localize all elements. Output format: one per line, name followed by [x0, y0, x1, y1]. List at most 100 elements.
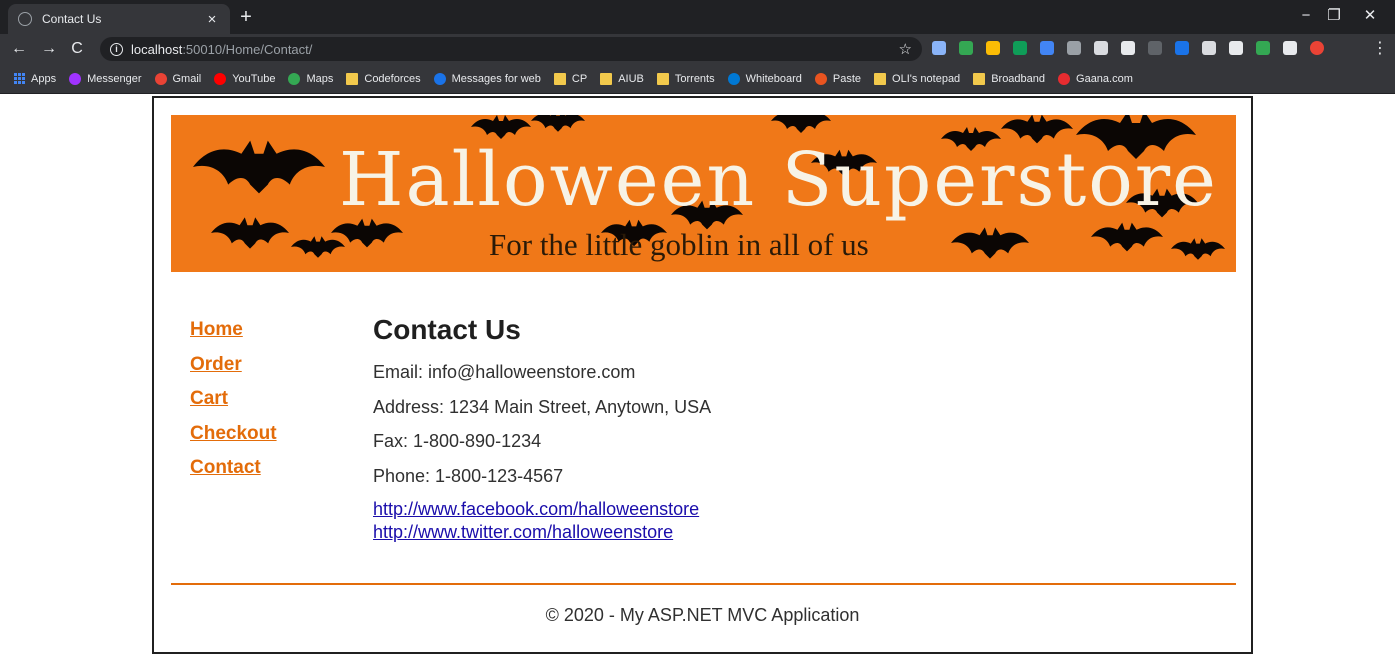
extension-icon[interactable]	[1013, 41, 1027, 55]
bookmark-maps[interactable]: Maps	[288, 72, 334, 85]
bookmark-label: Gmail	[172, 72, 202, 85]
globe-icon	[18, 12, 32, 26]
bookmark-label: Maps	[306, 72, 334, 85]
bat-icon	[471, 115, 531, 139]
bookmark-whiteboard[interactable]: Whiteboard	[727, 72, 802, 85]
maps-icon	[288, 72, 301, 85]
url-path: :50010/Home/Contact/	[182, 41, 313, 57]
contact-email: Email: info@halloweenstore.com	[373, 362, 636, 382]
extension-icon[interactable]	[1175, 41, 1189, 55]
bookmark-label: CP	[571, 72, 588, 85]
nav-link-order[interactable]: Order	[190, 353, 277, 388]
restore-button[interactable]: ❐	[1316, 4, 1352, 28]
page-container: Halloween Superstore For the little gobl…	[152, 96, 1253, 654]
bookmark-torrents[interactable]: Torrents	[656, 72, 715, 85]
bookmark-codeforces[interactable]: Codeforces	[346, 72, 421, 85]
footer-copyright: © 2020 - My ASP.NET MVC Application	[545, 605, 860, 625]
bookmark-label: Messages for web	[451, 72, 541, 85]
bookmark-messenger[interactable]: Messenger	[69, 72, 142, 85]
extension-icon[interactable]	[959, 41, 973, 55]
side-navigation: Home Order Cart Checkout Contact	[190, 318, 277, 491]
bookmark-oli-s-notepad[interactable]: OLI's notepad	[874, 72, 960, 85]
bookmark-messages-for-web[interactable]: Messages for web	[433, 72, 541, 85]
bookmark-label: Codeforces	[364, 72, 421, 85]
address-bar[interactable]: i localhost :50010/Home/Contact/ ☆	[100, 37, 922, 61]
nav-link-contact[interactable]: Contact	[190, 456, 277, 491]
bat-icon	[193, 140, 325, 194]
footer-divider	[171, 583, 1236, 585]
extension-icons	[932, 41, 1337, 57]
extension-icon[interactable]	[1283, 41, 1297, 55]
forward-button[interactable]: →	[38, 38, 60, 60]
bookmark-label: Torrents	[674, 72, 715, 85]
bookmark-label: Broadband	[991, 72, 1046, 85]
bookmark-gaana-com[interactable]: Gaana.com	[1058, 72, 1133, 85]
extension-icon[interactable]	[1121, 41, 1135, 55]
extension-icon[interactable]	[932, 41, 946, 55]
folder-icon	[973, 72, 986, 85]
youtube-icon	[214, 72, 227, 85]
bat-icon	[211, 217, 289, 249]
bat-icon	[771, 115, 831, 133]
twitter-link[interactable]: http://www.twitter.com/halloweenstore	[373, 521, 711, 544]
banner-tagline: For the little goblin in all of us	[489, 227, 869, 262]
nav-link-home[interactable]: Home	[190, 318, 277, 353]
ubuntu-icon	[814, 72, 827, 85]
browser-tab[interactable]: Contact Us ×	[8, 4, 230, 34]
gmail-icon	[154, 72, 167, 85]
contact-content: Contact Us Email: info@halloweenstore.co…	[373, 314, 711, 544]
folder-icon	[553, 72, 566, 85]
extension-icon[interactable]	[1148, 41, 1162, 55]
bookmark-label: AIUB	[618, 72, 644, 85]
bookmark-youtube[interactable]: YouTube	[214, 72, 276, 85]
extension-icon[interactable]	[1310, 41, 1324, 55]
bookmark-cp[interactable]: CP	[553, 72, 588, 85]
bat-icon	[1171, 238, 1225, 260]
tab-close-button[interactable]: ×	[204, 11, 220, 28]
extension-icon[interactable]	[1202, 41, 1216, 55]
browser-toolbar: ← → C i localhost :50010/Home/Contact/ ☆…	[0, 34, 1395, 64]
bookmarks-bar: Apps Messenger Gmail YouTube Maps Codeforces M…	[0, 64, 1395, 94]
extension-icon[interactable]	[1067, 41, 1081, 55]
new-tab-button[interactable]: +	[236, 6, 256, 28]
bat-icon	[1091, 222, 1163, 252]
contact-fax: Fax: 1-800-890-1234	[373, 431, 542, 451]
bookmark-label: Whiteboard	[745, 72, 802, 85]
url-host: localhost	[131, 41, 183, 57]
browser-tab-strip: Contact Us × + − ❐ ✕	[0, 0, 1395, 34]
bat-icon	[291, 236, 345, 258]
bat-icon	[951, 227, 1029, 259]
reload-button[interactable]: C	[66, 38, 88, 60]
bookmark-aiub[interactable]: AIUB	[600, 72, 644, 85]
close-window-button[interactable]: ✕	[1352, 4, 1388, 28]
site-info-icon[interactable]: i	[110, 42, 123, 56]
back-button[interactable]: ←	[8, 38, 30, 60]
facebook-link[interactable]: http://www.facebook.com/halloweenstore	[373, 498, 711, 521]
folder-icon	[874, 72, 887, 85]
page-title: Contact Us	[373, 314, 521, 345]
extension-icon[interactable]	[1256, 41, 1270, 55]
browser-menu-icon[interactable]: ⋮	[1372, 38, 1388, 60]
bookmark-label: YouTube	[232, 72, 276, 85]
extension-icon[interactable]	[1229, 41, 1243, 55]
bookmark-star-icon[interactable]: ☆	[899, 40, 912, 58]
bookmark-label: Gaana.com	[1076, 72, 1133, 85]
extension-icon[interactable]	[986, 41, 1000, 55]
bookmark-apps[interactable]: Apps	[14, 73, 56, 85]
messenger-icon	[69, 72, 82, 85]
tab-title: Contact Us	[42, 12, 102, 26]
folder-icon	[656, 72, 669, 85]
nav-link-checkout[interactable]: Checkout	[190, 422, 277, 457]
banner-title: Halloween Superstore	[339, 137, 1218, 223]
folder-icon	[600, 72, 613, 85]
bookmark-paste[interactable]: Paste	[814, 72, 861, 85]
extension-icon[interactable]	[1094, 41, 1108, 55]
extension-icon[interactable]	[1040, 41, 1054, 55]
nav-link-cart[interactable]: Cart	[190, 387, 277, 422]
contact-address: Address: 1234 Main Street, Anytown, USA	[373, 396, 712, 417]
header-banner: Halloween Superstore For the little gobl…	[171, 115, 1236, 272]
bookmark-broadband[interactable]: Broadband	[973, 72, 1046, 85]
bookmark-gmail[interactable]: Gmail	[154, 72, 202, 85]
bat-icon	[531, 115, 585, 132]
social-links: http://www.facebook.com/halloweenstore h…	[373, 498, 711, 544]
